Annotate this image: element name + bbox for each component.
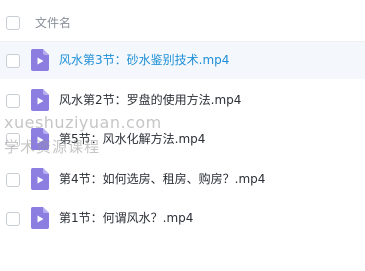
file-name[interactable]: 风水第2节：罗盘的使用方法.mp4 [59, 92, 241, 108]
file-name[interactable]: 风水第3节：砂水鉴别技术.mp4 [59, 52, 229, 68]
file-name[interactable]: 第4节：如何选房、租房、购房？.mp4 [59, 171, 265, 187]
video-file-icon [31, 168, 49, 190]
file-list: 文件名 风水第3节：砂水鉴别技术.mp4 风水第2节：罗盘的使用方法.mp4 第… [0, 0, 365, 271]
file-name[interactable]: 第1节：何谓风水？.mp4 [59, 210, 193, 226]
column-header-filename[interactable]: 文件名 [35, 15, 71, 31]
file-row[interactable]: 第1节：何谓风水？.mp4 [0, 200, 365, 237]
file-name[interactable]: 第5节：风水化解方法.mp4 [59, 131, 205, 147]
row-checkbox[interactable] [6, 94, 20, 108]
file-row[interactable]: 第5节：风水化解方法.mp4 [0, 121, 365, 158]
file-row[interactable]: 风水第3节：砂水鉴别技术.mp4 [0, 42, 365, 79]
row-checkbox[interactable] [6, 173, 20, 187]
video-file-icon [31, 49, 49, 71]
row-checkbox[interactable] [6, 133, 20, 147]
file-row[interactable]: 风水第2节：罗盘的使用方法.mp4 [0, 82, 365, 119]
select-all-checkbox[interactable] [6, 16, 20, 30]
video-file-icon [31, 128, 49, 150]
video-file-icon [31, 89, 49, 111]
video-file-icon [31, 207, 49, 229]
row-checkbox[interactable] [6, 54, 20, 68]
row-checkbox[interactable] [6, 212, 20, 226]
list-header: 文件名 [0, 4, 365, 42]
file-row[interactable]: 第4节：如何选房、租房、购房？.mp4 [0, 161, 365, 198]
